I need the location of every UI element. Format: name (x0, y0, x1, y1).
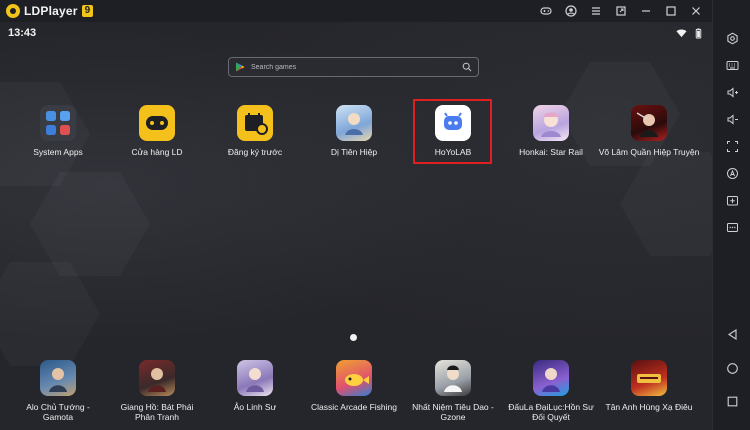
android-screen: 13:43 System Apps Cửa hàng LD Đăng ký tr… (0, 22, 712, 430)
home-icon[interactable] (713, 357, 750, 379)
nhat-niem-icon (435, 360, 471, 396)
app-giang-ho[interactable]: Giang Hồ: Bát Phái Phân Tranh (107, 360, 207, 422)
app-label: Honkai: Star Rail (519, 147, 583, 157)
app-label: Võ Lâm Quần Hiệp Truyện (598, 147, 700, 157)
app-label: System Apps (33, 147, 83, 157)
screenshot-icon[interactable] (713, 135, 750, 157)
giang-ho-icon (139, 360, 175, 396)
auto-icon[interactable] (713, 162, 750, 184)
app-ld-store[interactable]: Cửa hàng LD (107, 105, 207, 157)
play-store-icon (236, 62, 245, 72)
maximize-icon[interactable] (658, 0, 683, 22)
app-nhat-niem[interactable]: Nhất Niệm Tiêu Dao - Gzone (403, 360, 503, 422)
close-icon[interactable] (683, 0, 708, 22)
app-alo-chu-tuong[interactable]: Alo Chủ Tướng - Gamota (8, 360, 108, 422)
app-vo-lam[interactable]: Võ Lâm Quần Hiệp Truyện (599, 105, 699, 157)
selection-highlight (413, 99, 492, 164)
settings-icon[interactable] (713, 27, 750, 49)
app-ao-linh-su[interactable]: Ảo Linh Sư (205, 360, 305, 412)
tan-anh-hung-icon (631, 360, 667, 396)
app-honkai-star-rail[interactable]: Honkai: Star Rail (501, 105, 601, 157)
dau-la-icon (533, 360, 569, 396)
search-bar[interactable] (228, 57, 479, 77)
app-system-apps[interactable]: System Apps (8, 105, 108, 157)
battery-icon (695, 27, 702, 39)
title-actions (533, 0, 708, 22)
alo-chu-tuong-icon (40, 360, 76, 396)
background-hexagon (0, 262, 100, 366)
gamepad-icon[interactable] (533, 0, 558, 22)
background-hexagon (30, 172, 150, 276)
app-label: Giang Hồ: Bát Phái Phân Tranh (120, 402, 194, 422)
title-bar: LDPlayer 9 (0, 0, 750, 22)
keyboard-icon[interactable] (713, 54, 750, 76)
app-dau-la[interactable]: ĐấuLa ĐạiLục:Hồn Sư Đối Quyết (501, 360, 601, 422)
ao-linh-su-icon (237, 360, 273, 396)
clock: 13:43 (8, 27, 37, 39)
app-label: Alo Chủ Tướng - Gamota (26, 402, 90, 422)
di-tien-hiep-icon (336, 105, 372, 141)
page-indicator (350, 334, 357, 341)
app-label: Cửa hàng LD (131, 147, 183, 157)
honkai-star-rail-icon (533, 105, 569, 141)
app-label: ĐấuLa ĐạiLục:Hồn Sư Đối Quyết (508, 402, 594, 422)
ld-store-icon (139, 105, 175, 141)
background-hexagon (620, 152, 712, 256)
app-label: Classic Arcade Fishing (311, 402, 397, 412)
vo-lam-icon (631, 105, 667, 141)
search-icon[interactable] (462, 62, 472, 72)
app-preregister[interactable]: Đăng ký trước (205, 105, 305, 157)
status-bar: 13:43 (0, 22, 712, 44)
app-label: Ảo Linh Sư (233, 402, 277, 412)
status-icons (676, 27, 704, 39)
app-di-tien-hiep[interactable]: Dị Tiên Hiệp (304, 105, 404, 157)
app-label: Đăng ký trước (227, 147, 283, 157)
version-badge: 9 (81, 5, 94, 17)
app-label: Nhất Niệm Tiêu Dao - Gzone (412, 402, 494, 422)
window-mode-icon[interactable] (608, 0, 633, 22)
app-label: Tân Anh Hùng Xạ Điêu (605, 402, 693, 412)
app-title: LDPlayer (24, 4, 78, 18)
ldplayer-logo-icon (6, 4, 20, 18)
right-toolbar (712, 0, 750, 430)
wifi-icon (676, 28, 687, 37)
system-apps-icon (40, 105, 76, 141)
add-instance-icon[interactable] (713, 189, 750, 211)
app-tan-anh-hung[interactable]: Tân Anh Hùng Xạ Điêu (599, 360, 699, 412)
recents-icon[interactable] (713, 390, 750, 412)
brand: LDPlayer 9 (0, 4, 94, 18)
minimize-icon[interactable] (633, 0, 658, 22)
app-label: Dị Tiên Hiệp (330, 147, 378, 157)
search-input[interactable] (251, 63, 462, 71)
back-icon[interactable] (713, 323, 750, 345)
volume-down-icon[interactable] (713, 108, 750, 130)
menu-icon[interactable] (583, 0, 608, 22)
volume-up-icon[interactable] (713, 81, 750, 103)
account-icon[interactable] (558, 0, 583, 22)
more-icon[interactable] (713, 216, 750, 238)
preregister-icon (237, 105, 273, 141)
arcade-fishing-icon (336, 360, 372, 396)
app-arcade-fishing[interactable]: Classic Arcade Fishing (304, 360, 404, 412)
